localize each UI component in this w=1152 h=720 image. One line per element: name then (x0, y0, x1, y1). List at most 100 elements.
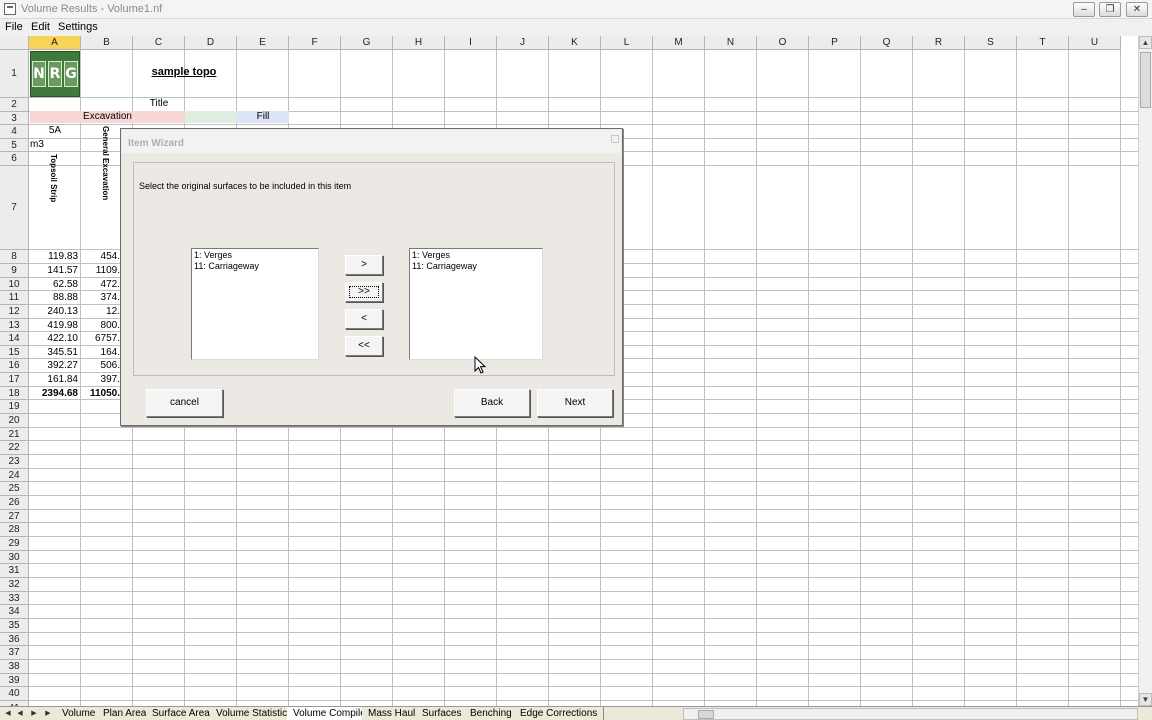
row-header[interactable]: 37 (0, 646, 29, 660)
row-header[interactable]: 31 (0, 564, 29, 578)
dialog-close-icon[interactable] (611, 135, 619, 143)
row-header[interactable]: 13 (0, 319, 29, 332)
row-header[interactable]: 32 (0, 578, 29, 592)
column-header[interactable]: I (445, 36, 497, 50)
row-header[interactable]: 25 (0, 482, 29, 496)
row-header[interactable]: 16 (0, 359, 29, 373)
row-header[interactable]: 8 (0, 250, 29, 264)
available-surfaces-list[interactable]: 1: Verges 11: Carriageway (191, 248, 319, 360)
row-header[interactable]: 11 (0, 291, 29, 305)
row-header[interactable]: 5 (0, 139, 29, 152)
column-header[interactable]: P (809, 36, 861, 50)
row-header[interactable]: 14 (0, 332, 29, 346)
row-header[interactable]: 12 (0, 305, 29, 319)
row-header[interactable]: 4 (0, 125, 29, 139)
row-header[interactable]: 34 (0, 605, 29, 619)
sheet-tab[interactable]: Surfaces (416, 707, 469, 720)
column-header[interactable]: B (81, 36, 133, 50)
add-all-button[interactable]: >> (345, 282, 383, 302)
column-header[interactable]: G (341, 36, 393, 50)
hscroll-thumb[interactable] (698, 710, 714, 719)
row-header[interactable]: 36 (0, 633, 29, 646)
column-header[interactable]: S (965, 36, 1017, 50)
row-header[interactable]: 24 (0, 469, 29, 482)
row-header[interactable]: 2 (0, 98, 29, 112)
row-header[interactable]: 22 (0, 441, 29, 455)
column-header[interactable]: Q (861, 36, 913, 50)
selected-surfaces-list[interactable]: 1: Verges 11: Carriageway (409, 248, 543, 360)
row-header[interactable]: 27 (0, 510, 29, 523)
row-header[interactable]: 17 (0, 373, 29, 387)
row-header[interactable]: 1 (0, 50, 29, 98)
list-item[interactable]: 11: Carriageway (194, 261, 316, 272)
row-header[interactable]: 29 (0, 537, 29, 551)
row-header[interactable]: 9 (0, 264, 29, 278)
row-header[interactable]: 38 (0, 660, 29, 674)
menu-edit[interactable]: Edit (31, 21, 50, 33)
vertical-scrollbar[interactable]: ▲ ▼ (1138, 36, 1152, 706)
horizontal-scrollbar[interactable] (683, 708, 1138, 720)
sheet-tab[interactable]: Mass Haul (362, 707, 423, 720)
scroll-thumb[interactable] (1140, 52, 1151, 108)
column-header[interactable]: L (601, 36, 653, 50)
row-header[interactable]: 40 (0, 687, 29, 701)
row-header[interactable]: 33 (0, 592, 29, 605)
menu-file[interactable]: File (5, 21, 23, 33)
prev-sheet-icon[interactable]: ◀ (14, 708, 26, 720)
first-sheet-icon[interactable]: ◀ (2, 708, 14, 720)
list-item[interactable]: 11: Carriageway (412, 261, 540, 272)
column-header[interactable]: F (289, 36, 341, 50)
row-header[interactable]: 23 (0, 455, 29, 469)
minimize-button[interactable]: – (1073, 2, 1095, 17)
scroll-up-icon[interactable]: ▲ (1139, 36, 1152, 49)
column-header[interactable]: R (913, 36, 965, 50)
column-header[interactable]: E (237, 36, 289, 50)
last-sheet-icon[interactable]: ▶ (42, 708, 54, 720)
close-button[interactable]: ✕ (1126, 2, 1148, 17)
column-header[interactable]: D (185, 36, 237, 50)
sheet-tab[interactable]: Benching (464, 707, 519, 720)
row-header[interactable]: 18 (0, 387, 29, 400)
cancel-button[interactable]: cancel (146, 389, 223, 417)
column-header[interactable]: M (653, 36, 705, 50)
column-header[interactable]: N (705, 36, 757, 50)
row-header[interactable]: 39 (0, 674, 29, 687)
list-item[interactable]: 1: Verges (194, 250, 316, 261)
column-header[interactable]: H (393, 36, 445, 50)
menu-settings[interactable]: Settings (58, 21, 98, 33)
scroll-down-icon[interactable]: ▼ (1139, 693, 1152, 706)
row-header[interactable]: 7 (0, 166, 29, 250)
sheet-tab[interactable]: Volume (56, 707, 103, 720)
row-header[interactable]: 35 (0, 619, 29, 633)
row-header[interactable]: 19 (0, 400, 29, 414)
row-header[interactable]: 15 (0, 346, 29, 359)
sheet-tab[interactable]: Surface Area (146, 707, 217, 720)
restore-button[interactable]: ❐ (1099, 2, 1121, 17)
list-item[interactable]: 1: Verges (412, 250, 540, 261)
row-header[interactable]: 20 (0, 414, 29, 428)
row-header[interactable]: 28 (0, 523, 29, 537)
row-header[interactable]: 10 (0, 278, 29, 291)
column-header[interactable]: U (1069, 36, 1121, 50)
row-header[interactable]: 26 (0, 496, 29, 510)
column-header[interactable]: J (497, 36, 549, 50)
row-header[interactable]: 3 (0, 112, 29, 125)
next-button[interactable]: Next (537, 389, 613, 417)
column-header[interactable]: T (1017, 36, 1069, 50)
sheet-tab[interactable]: Volume Statistics (210, 707, 300, 720)
sheet-tab[interactable]: Plan Area (97, 707, 154, 720)
select-all-corner[interactable] (0, 36, 29, 50)
sheet-tab[interactable]: Edge Corrections (514, 707, 605, 720)
column-header[interactable]: A (29, 36, 81, 50)
column-header[interactable]: K (549, 36, 601, 50)
next-sheet-icon[interactable]: ▶ (28, 708, 40, 720)
add-one-button[interactable]: > (345, 255, 383, 275)
row-header[interactable]: 30 (0, 551, 29, 564)
row-header[interactable]: 21 (0, 428, 29, 441)
column-header[interactable]: C (133, 36, 185, 50)
back-button[interactable]: Back (454, 389, 530, 417)
remove-all-button[interactable]: << (345, 336, 383, 356)
column-header[interactable]: O (757, 36, 809, 50)
row-header[interactable]: 6 (0, 152, 29, 166)
remove-one-button[interactable]: < (345, 309, 383, 329)
